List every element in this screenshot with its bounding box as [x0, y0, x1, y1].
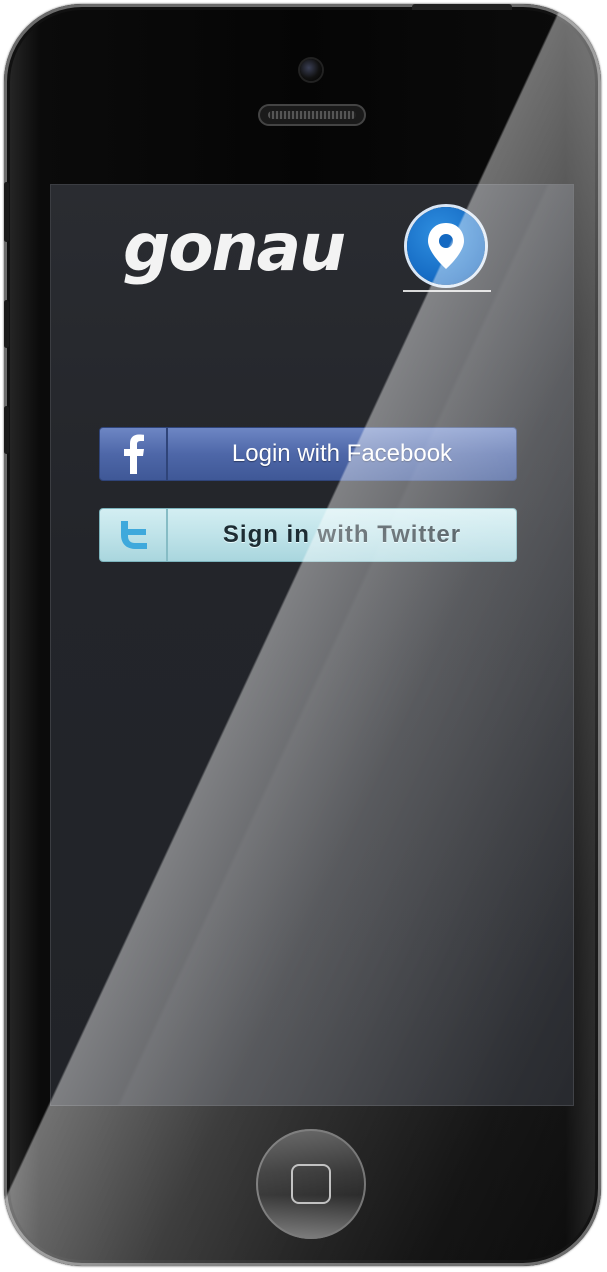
twitter-signin-button[interactable]: Sign in with Twitter	[99, 508, 517, 562]
mute-switch	[4, 182, 9, 242]
app-screen: gonau Login with Facebook Sign in with T…	[50, 184, 574, 1106]
volume-down-button	[4, 406, 9, 454]
twitter-signin-label: Sign in with Twitter	[222, 521, 462, 548]
volume-up-button	[4, 300, 9, 348]
earpiece-speaker	[258, 104, 366, 126]
facebook-login-label: Login with Facebook	[231, 440, 453, 467]
front-camera	[300, 59, 322, 81]
logo-underline	[403, 290, 491, 292]
twitter-bird-icon	[100, 509, 168, 561]
screen-reflection	[51, 185, 573, 1105]
home-square-icon	[291, 1164, 331, 1204]
home-button[interactable]	[256, 1129, 366, 1239]
facebook-login-button[interactable]: Login with Facebook	[99, 427, 517, 481]
phone-frame: gonau Login with Facebook Sign in with T…	[4, 4, 601, 1266]
app-logo: gonau	[123, 205, 503, 297]
location-pin-icon	[407, 207, 485, 285]
logo-text: gonau	[123, 209, 346, 286]
facebook-f-icon	[100, 428, 168, 480]
power-button	[412, 4, 512, 10]
